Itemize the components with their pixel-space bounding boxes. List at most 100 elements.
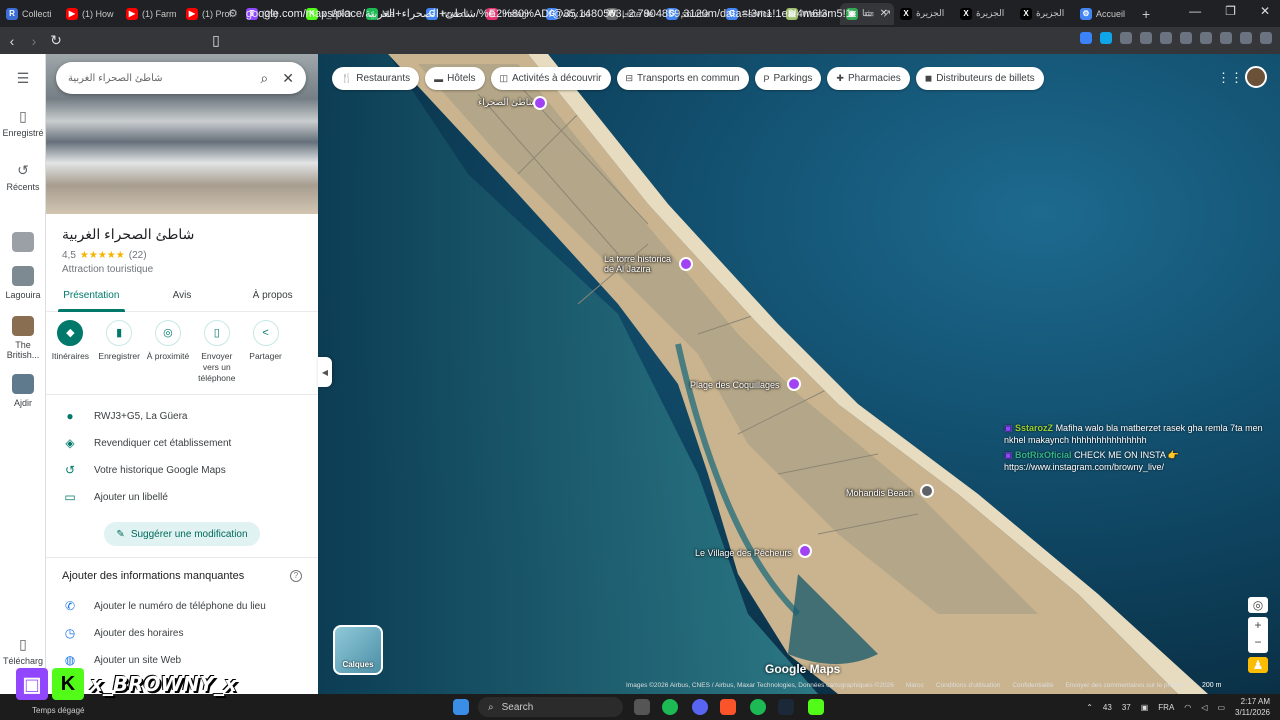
discord-icon[interactable] <box>692 699 708 715</box>
poi-pin-icon[interactable] <box>787 377 801 391</box>
url-text[interactable]: google.com/maps/place/شاطئ+الصحراء+الغرب… <box>246 7 856 20</box>
task-view-icon[interactable] <box>634 699 650 715</box>
search-input[interactable]: شاطئ الصحراء الغربية ⌕ ✕ <box>56 62 306 94</box>
extension-icon[interactable] <box>1080 32 1092 44</box>
add-info-row[interactable]: ◷ Ajouter des horaires <box>46 620 318 646</box>
extension-icon[interactable] <box>1220 32 1232 44</box>
action-button[interactable]: ◆ Itinéraires <box>46 320 95 384</box>
search-query[interactable]: شاطئ الصحراء الغربية <box>68 73 252 84</box>
menu-icon[interactable]: ☰ <box>0 70 46 90</box>
share-icon[interactable]: ↗ <box>882 7 891 20</box>
scale-bar[interactable]: 200 m <box>1202 682 1221 689</box>
search-icon[interactable]: ⌕ <box>260 70 268 87</box>
extension-icon[interactable] <box>1180 32 1192 44</box>
rail-recents[interactable]: ↺ Récents <box>0 162 46 192</box>
attribution-link[interactable]: Confidentialité <box>1012 682 1053 689</box>
info-row[interactable]: ● RWJ3+G5, La Güera <box>46 403 318 429</box>
back-icon[interactable]: ‹ <box>2 33 22 49</box>
tray-value[interactable]: 43 <box>1103 703 1112 712</box>
maximize-icon[interactable]: ❐ <box>1225 4 1236 18</box>
browser-tab[interactable]: ▶ (1) How <box>60 3 120 25</box>
attribution-link[interactable]: Envoyer des commentaires sur le produit <box>1066 682 1184 689</box>
browser-tab[interactable]: X الجزيرة <box>954 3 1014 25</box>
site-info-icon[interactable]: ⚙ <box>228 7 238 20</box>
extension-icon[interactable] <box>1160 32 1172 44</box>
poi-label-plage[interactable]: Plage des Coquillages <box>690 380 780 390</box>
info-row[interactable]: ↺ Votre historique Google Maps <box>46 457 318 483</box>
poi-label-torre[interactable]: La torre historica de Al Jazira <box>604 254 676 274</box>
app-icon[interactable] <box>808 699 824 715</box>
rail-recent-place[interactable]: Lagouira <box>0 266 46 300</box>
layers-button[interactable]: Calques <box>333 625 383 675</box>
attribution-link[interactable]: Conditions d'utilisation <box>936 682 1000 689</box>
new-tab-icon[interactable]: + <box>1142 6 1150 22</box>
forward-icon[interactable]: › <box>24 33 44 49</box>
taskbar-search[interactable]: ⌕ Search <box>478 697 623 717</box>
extension-icon[interactable] <box>1120 32 1132 44</box>
browser-tab[interactable]: X الجزيرة <box>1014 3 1074 25</box>
poi-pin-icon[interactable] <box>679 257 693 271</box>
brave-icon[interactable] <box>720 699 736 715</box>
extension-icon[interactable] <box>1200 32 1212 44</box>
category-chip[interactable]: P Parkings <box>754 67 822 90</box>
reload-icon[interactable]: ↻ <box>46 32 66 49</box>
poi-pin-icon[interactable] <box>920 484 934 498</box>
my-location-icon[interactable]: ◎ <box>1248 597 1268 613</box>
cast-icon[interactable]: ▭ <box>864 7 874 20</box>
rail-saved[interactable]: ▯ Enregistré <box>0 108 46 138</box>
clear-search-icon[interactable]: ✕ <box>282 70 294 87</box>
spotify-icon[interactable] <box>750 699 766 715</box>
info-row[interactable]: ◈ Revendiquer cet établissement <box>46 430 318 456</box>
tab-reviews[interactable]: Avis <box>137 282 228 311</box>
place-rating[interactable]: 4,5 ★★★★★ (22) <box>62 250 147 261</box>
windows-start-icon[interactable] <box>453 699 469 715</box>
extension-icon[interactable] <box>1140 32 1152 44</box>
tab-about[interactable]: À propos <box>227 282 318 311</box>
category-chip[interactable]: 🍴 Restaurants <box>332 67 420 90</box>
info-row[interactable]: ▭ Ajouter un libellé <box>46 484 318 510</box>
bookmark-tab-icon[interactable]: ▯ <box>206 32 226 49</box>
close-window-icon[interactable]: ✕ <box>1260 4 1270 18</box>
browser-tab[interactable]: R Collecti <box>0 3 60 25</box>
category-chip[interactable]: ◼ Distributeurs de billets <box>915 67 1044 90</box>
tray-value[interactable]: 37 <box>1122 703 1131 712</box>
tab-overview[interactable]: Présentation <box>46 282 137 312</box>
browser-tab[interactable]: ⚙ Accueil <box>1074 3 1134 25</box>
action-button[interactable]: < Partager <box>241 320 290 384</box>
extension-icon[interactable] <box>1240 32 1252 44</box>
poi-pin-icon[interactable] <box>798 544 812 558</box>
browser-tab[interactable]: ▶ (1) Farm <box>120 3 180 25</box>
extension-icon[interactable] <box>1260 32 1272 44</box>
app-icon[interactable] <box>662 699 678 715</box>
poi-pin-icon[interactable] <box>533 96 547 110</box>
tray-icon[interactable]: ▣ <box>1141 703 1149 712</box>
zoom-in-icon[interactable]: + <box>1248 617 1268 634</box>
battery-icon[interactable]: ▭ <box>1217 703 1225 712</box>
action-button[interactable]: ▯ Envoyer vers un téléphone <box>192 320 241 384</box>
rail-recent-place[interactable]: The British... <box>0 316 46 360</box>
satellite-map[interactable] <box>318 54 1280 694</box>
action-button[interactable]: ◎ À proximité <box>144 320 193 384</box>
steam-icon[interactable] <box>778 699 794 715</box>
category-chip[interactable]: ⊟ Transports en commun <box>616 67 749 90</box>
poi-label-mohandis[interactable]: Mohandis Beach <box>846 488 913 498</box>
add-info-row[interactable]: ✆ Ajouter le numéro de téléphone du lieu <box>46 593 318 619</box>
rail-recent-place[interactable] <box>0 232 46 256</box>
volume-icon[interactable]: ◁ <box>1201 703 1207 712</box>
minimize-icon[interactable]: — <box>1189 4 1201 18</box>
avatar[interactable] <box>1245 66 1267 88</box>
poi-label-top[interactable]: شاطئ الصحراء <box>478 97 536 108</box>
url-field[interactable]: ⚙ google.com/maps/place/شاطئ+الصحراء+الغ… <box>228 3 950 24</box>
attribution-link[interactable]: Maroc <box>906 682 924 689</box>
action-button[interactable]: ▮ Enregistrer <box>95 320 144 384</box>
zoom-out-icon[interactable]: − <box>1248 634 1268 651</box>
category-chip[interactable]: ✚ Pharmacies <box>827 67 910 90</box>
category-chip[interactable]: ◫ Activités à découvrir <box>490 67 611 90</box>
collapse-panel-button[interactable]: ◀ <box>318 357 332 387</box>
category-chip[interactable]: ▬ Hôtels <box>425 67 485 90</box>
language-indicator[interactable]: FRA <box>1158 703 1174 712</box>
wifi-icon[interactable]: ◠ <box>1184 703 1191 712</box>
tray-chevron-icon[interactable]: ⌃ <box>1086 703 1093 712</box>
clock[interactable]: 2:17 AM 3/11/2026 <box>1235 696 1270 718</box>
rail-download[interactable]: ▯ Télécharg <box>0 636 46 666</box>
